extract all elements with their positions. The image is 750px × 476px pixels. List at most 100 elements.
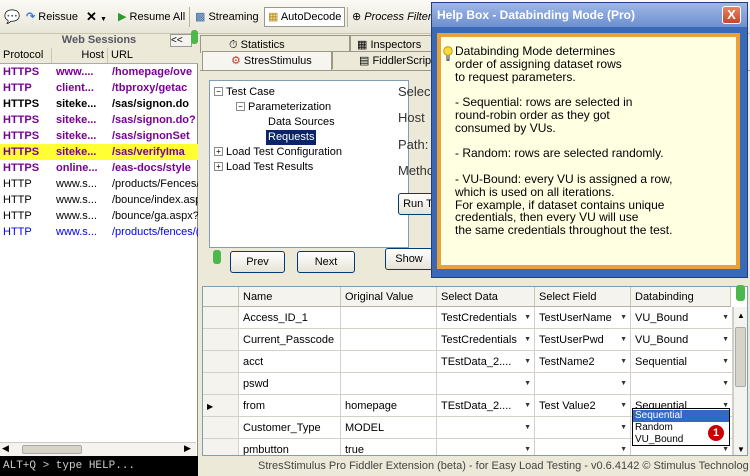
scroll-up-icon[interactable]: ▲	[737, 311, 745, 320]
quickexec-input[interactable]: ALT+Q > type HELP...	[0, 456, 198, 476]
tree-item-load-test-configuration[interactable]: + Load Test Configuration	[214, 145, 342, 160]
process-filter-button[interactable]: ⊕ Process Filter	[352, 8, 432, 26]
cell-original[interactable]: true	[341, 439, 437, 455]
tab-fiddlerscript[interactable]: ▤ FiddlerScript	[332, 51, 434, 69]
horizontal-scrollbar[interactable]: ◀ ▶	[0, 442, 196, 456]
collapse-icon[interactable]: −	[236, 102, 245, 111]
tree-item-requests[interactable]: Requests	[266, 130, 317, 145]
dropdown-arrow-icon[interactable]: ▼	[722, 373, 729, 394]
cell-original[interactable]: homepage	[341, 395, 437, 417]
cell-binding[interactable]: VU_Bound ▼	[631, 329, 733, 351]
cell-binding[interactable]: ▼	[631, 373, 733, 395]
dropdown-arrow-icon[interactable]: ▼	[620, 439, 627, 455]
dropdown-arrow-icon[interactable]: ▼	[620, 329, 627, 350]
dropdown-arrow-icon[interactable]: ▼	[620, 417, 627, 438]
row-selector[interactable]	[203, 373, 239, 395]
scroll-down-icon[interactable]: ▼	[737, 445, 745, 454]
tree-item-parameterization[interactable]: − Parameterization	[236, 100, 331, 115]
column-header-select-field[interactable]: Select Field	[535, 287, 631, 307]
dropdown-arrow-icon[interactable]: ▼	[722, 307, 729, 328]
tab-stresstimulus[interactable]: ⚙ StresStimulus	[202, 51, 332, 71]
cell-field[interactable]: ▼	[535, 417, 631, 439]
session-row[interactable]: HTTP www.s... /bounce/ga.aspx?	[0, 208, 198, 224]
session-row[interactable]: HTTPS siteke... /sas/verifyIma	[0, 144, 198, 160]
session-row[interactable]: HTTPS www.... /homepage/ove	[0, 64, 198, 80]
tree-item-data-sources[interactable]: Data Sources	[268, 115, 335, 130]
show-button[interactable]: Show	[385, 248, 433, 270]
cell-binding[interactable]: Sequential ▼	[631, 351, 733, 373]
dropdown-arrow-icon[interactable]: ▼	[620, 307, 627, 328]
session-row[interactable]: HTTPS siteke... /sas/signonSet	[0, 128, 198, 144]
column-header-select-data[interactable]: Select Data	[437, 287, 535, 307]
cell-field[interactable]: TestUserPwd ▼	[535, 329, 631, 351]
cell-name[interactable]: pswd	[239, 373, 341, 395]
dropdown-arrow-icon[interactable]: ▼	[722, 329, 729, 350]
dropdown-arrow-icon[interactable]: ▼	[722, 351, 729, 372]
session-row[interactable]: HTTPS online... /eas-docs/style	[0, 160, 198, 176]
cell-data[interactable]: TEstData_2.... ▼	[437, 351, 535, 373]
cell-name[interactable]: acct	[239, 351, 341, 373]
row-selector[interactable]	[203, 439, 239, 455]
cell-field[interactable]: ▼	[535, 439, 631, 455]
remove-button[interactable]: ✕ ▼	[86, 8, 107, 26]
dropdown-arrow-icon[interactable]: ▼	[620, 373, 627, 394]
cell-original[interactable]	[341, 351, 437, 373]
row-selector[interactable]	[203, 351, 239, 373]
session-row[interactable]: HTTP www.s... /products/Fences/	[0, 176, 198, 192]
cell-field[interactable]: TestUserName ▼	[535, 307, 631, 329]
expand-icon[interactable]: +	[214, 162, 223, 171]
cell-data[interactable]: ▼	[437, 417, 535, 439]
autodecode-button[interactable]: ▦ AutoDecode	[264, 7, 346, 27]
cell-original[interactable]	[341, 373, 437, 395]
session-row[interactable]: HTTP client... /tbproxy/getac	[0, 80, 198, 96]
cell-original[interactable]: MODEL	[341, 417, 437, 439]
cell-data[interactable]: ▼	[437, 373, 535, 395]
cell-original[interactable]	[341, 329, 437, 351]
dropdown-arrow-icon[interactable]: ▼	[524, 329, 531, 350]
dropdown-arrow-icon[interactable]: ▼	[524, 417, 531, 438]
streaming-button[interactable]: ▩ Streaming	[195, 8, 259, 26]
tree-item-load-test-results[interactable]: + Load Test Results	[214, 160, 313, 175]
resume-all-button[interactable]: ▶ Resume All	[118, 8, 185, 26]
cell-name[interactable]: from	[239, 395, 341, 417]
dropdown-arrow-icon[interactable]: ▼	[524, 373, 531, 394]
dropdown-arrow-icon[interactable]: ▼	[620, 395, 627, 416]
scroll-right-icon[interactable]: ▶	[184, 443, 191, 454]
comment-icon[interactable]: 💬	[4, 8, 20, 26]
cell-original[interactable]	[341, 307, 437, 329]
cell-field[interactable]: TestName2 ▼	[535, 351, 631, 373]
row-selector[interactable]	[203, 329, 239, 351]
scroll-left-icon[interactable]: ◀	[2, 443, 9, 454]
cell-binding[interactable]: VU_Bound ▼	[631, 307, 733, 329]
session-row[interactable]: HTTP www.s... /products/fences/(	[0, 224, 198, 240]
dropdown-arrow-icon[interactable]: ▼	[620, 351, 627, 372]
session-row[interactable]: HTTPS siteke... /sas/signon.do	[0, 96, 198, 112]
row-selector[interactable]: ▶	[203, 395, 239, 417]
cell-field[interactable]: Test Value2 ▼	[535, 395, 631, 417]
column-header-url[interactable]: URL	[108, 48, 198, 63]
scroll-thumb[interactable]	[735, 327, 746, 387]
scroll-thumb[interactable]	[22, 445, 82, 454]
cell-data[interactable]: ▼	[437, 439, 535, 455]
cell-name[interactable]: Customer_Type	[239, 417, 341, 439]
column-header-name[interactable]: Name	[239, 287, 341, 307]
expand-icon[interactable]: +	[214, 147, 223, 156]
dropdown-arrow-icon[interactable]: ▼	[524, 439, 531, 455]
dropdown-arrow-icon[interactable]: ▼	[524, 307, 531, 328]
cell-name[interactable]: Access_ID_1	[239, 307, 341, 329]
row-selector[interactable]	[203, 307, 239, 329]
dropdown-option-sequential[interactable]: Sequential	[633, 410, 729, 422]
cell-data[interactable]: TestCredentials ▼	[437, 307, 535, 329]
session-row[interactable]: HTTPS siteke... /sas/signon.do?	[0, 112, 198, 128]
tree-item-test-case[interactable]: − Test Case	[214, 85, 275, 100]
vertical-scrollbar[interactable]: ▲ ▼	[733, 307, 747, 455]
cell-field[interactable]: ▼	[535, 373, 631, 395]
column-header-host[interactable]: Host	[52, 48, 108, 63]
session-row[interactable]: HTTP www.s... /bounce/index.asp	[0, 192, 198, 208]
cell-data[interactable]: TestCredentials ▼	[437, 329, 535, 351]
dropdown-arrow-icon[interactable]: ▼	[524, 395, 531, 416]
next-button[interactable]: Next	[297, 251, 355, 273]
dropdown-arrow-icon[interactable]: ▼	[524, 351, 531, 372]
cell-name[interactable]: pmbutton	[239, 439, 341, 455]
collapse-icon[interactable]: −	[214, 87, 223, 96]
